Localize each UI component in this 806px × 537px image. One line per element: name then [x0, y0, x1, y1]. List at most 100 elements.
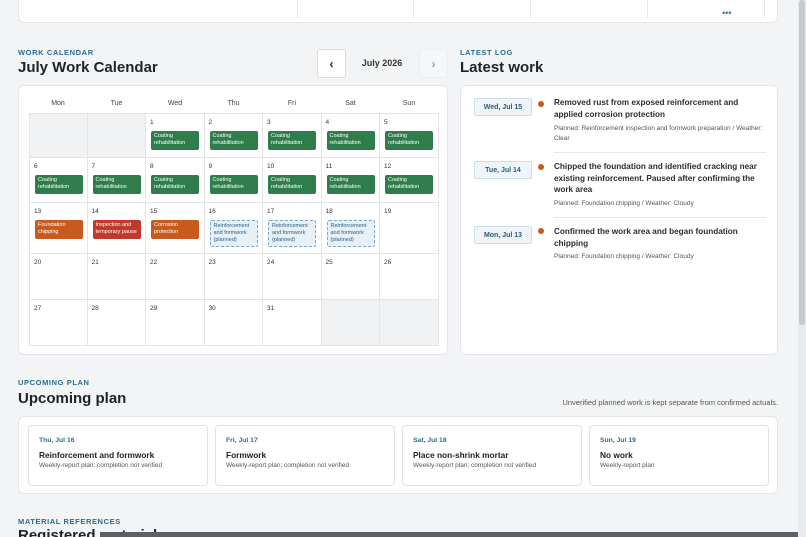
calendar-event[interactable]: Coating rehabilitation [209, 131, 258, 150]
calendar-event[interactable]: Coating rehabilitation [326, 175, 375, 194]
calendar-event[interactable]: Coating rehabilitation [151, 175, 199, 194]
plan-date: Sun, Jul 19 [600, 437, 636, 444]
calendar-event[interactable]: Reinforcement and formwork (planned) [326, 220, 375, 247]
calendar-day-cell[interactable]: 27 [29, 300, 88, 346]
upcoming-eyebrow: UPCOMING PLAN [18, 378, 90, 387]
calendar-day-cell[interactable]: 23 [204, 254, 263, 300]
calendar-day-cell[interactable]: 11 Coating rehabilitation [321, 158, 380, 203]
plan-card[interactable]: Thu, Jul 16 Reinforcement and formwork W… [28, 425, 208, 486]
calendar-day-cell[interactable]: 9 Coating rehabilitation [204, 158, 263, 203]
log-entry-meta: Planned: Foundation chipping / Weather: … [554, 200, 694, 207]
weekday-label: Sun [402, 100, 416, 107]
calendar-day-cell[interactable]: 22 [146, 254, 205, 300]
log-entry-title: Removed rust from exposed reinforcement … [554, 98, 739, 119]
calendar-day-cell[interactable]: 24 [263, 254, 322, 300]
day-number: 19 [384, 208, 392, 215]
calendar-day-cell[interactable]: 30 [204, 300, 263, 346]
plan-title: Formwork [226, 450, 267, 460]
calendar-day-cell[interactable]: 15 Corrosion protection [146, 203, 205, 254]
calendar-day-cell[interactable]: 19 [380, 203, 439, 254]
calendar-day-cell[interactable]: 4 Coating rehabilitation [321, 113, 380, 158]
scrollbar[interactable] [798, 0, 806, 537]
day-number: 2 [208, 119, 213, 126]
plan-card[interactable]: Fri, Jul 17 Formwork Weekly-report plan;… [215, 425, 395, 486]
calendar-day-cell[interactable]: 8 Coating rehabilitation [146, 158, 205, 203]
calendar-day-cell[interactable]: 20 [29, 254, 88, 300]
prev-month-button[interactable]: ‹ [317, 49, 346, 78]
plan-card[interactable]: Sat, Jul 18 Place non-shrink mortar Week… [402, 425, 582, 486]
day-number: 23 [208, 259, 216, 266]
weekday-label: Thu [227, 100, 240, 107]
calendar-day-cell [29, 113, 88, 158]
divider [297, 0, 298, 18]
upcoming-title: Upcoming plan [18, 390, 127, 407]
calendar-card: Mon Tue Wed Thu Fri Sat Sun 1 Coating rehabilit… [18, 85, 448, 355]
weekday-label: Mon [51, 100, 65, 107]
day-number: 12 [384, 163, 392, 170]
plan-status: Weekly-report plan; completion not verif… [226, 462, 350, 469]
calendar-event[interactable]: Inspection and temporary pause [92, 220, 141, 239]
calendar-day-cell[interactable]: 6 Coating rehabilitation [29, 158, 88, 203]
day-number: 27 [34, 305, 42, 312]
calendar-day-cell[interactable]: 12 Coating rehabilitation [380, 158, 439, 203]
calendar-day-cell[interactable]: 31 [263, 300, 322, 346]
calendar-day-cell[interactable]: 10 Coating rehabilitation [263, 158, 322, 203]
calendar-day-cell[interactable]: 28 [87, 300, 146, 346]
calendar-day-cell [87, 113, 146, 158]
calendar-day-cell[interactable]: 29 [146, 300, 205, 346]
log-date-badge: Wed, Jul 15 [474, 98, 532, 116]
status-dot-icon [538, 228, 544, 234]
day-number: 29 [150, 305, 158, 312]
calendar-event[interactable]: Reinforcement and formwork (planned) [268, 220, 316, 247]
day-number: 15 [150, 208, 158, 215]
calendar-day-cell[interactable]: 3 Coating rehabilitation [263, 113, 322, 158]
day-number: 25 [325, 259, 333, 266]
calendar-event[interactable]: Coating rehabilitation [92, 175, 141, 194]
day-number: 4 [325, 119, 330, 126]
calendar-event[interactable]: Coating rehabilitation [151, 131, 199, 150]
materials-eyebrow: MATERIAL REFERENCES [18, 517, 121, 526]
log-entry-meta: Planned: Foundation chipping / Weather: … [554, 253, 694, 260]
weekday-label: Wed [167, 100, 183, 107]
calendar-day-cell[interactable]: 26 [380, 254, 439, 300]
calendar-event[interactable]: Foundation chipping [35, 220, 83, 239]
calendar-event[interactable]: Coating rehabilitation [326, 131, 375, 150]
day-number: 3 [267, 119, 271, 126]
day-number: 26 [384, 259, 392, 266]
scrollbar-thumb[interactable] [799, 0, 805, 325]
day-number: 13 [34, 208, 42, 215]
day-number: 8 [150, 163, 154, 170]
calendar-event[interactable]: Corrosion protection [151, 220, 199, 239]
calendar-event[interactable]: Coating rehabilitation [35, 175, 83, 194]
calendar-day-cell[interactable]: 7 Coating rehabilitation [87, 158, 146, 203]
log-entry-title: Chipped the foundation and identified cr… [554, 162, 757, 194]
next-month-button[interactable]: › [419, 49, 448, 78]
calendar-day-cell[interactable]: 17 Reinforcement and formwork (planned) [263, 203, 322, 254]
calendar-event[interactable]: Coating rehabilitation [385, 175, 433, 194]
day-number: 16 [208, 208, 216, 215]
plan-status: Weekly-report plan; completion not verif… [413, 462, 537, 469]
calendar-day-cell[interactable]: 2 Coating rehabilitation [204, 113, 263, 158]
plan-date: Sat, Jul 18 [413, 437, 447, 444]
plan-card[interactable]: Sun, Jul 19 No work Weekly-report plan [589, 425, 769, 486]
day-number: 18 [325, 208, 333, 215]
calendar-day-cell[interactable]: 21 [87, 254, 146, 300]
divider [530, 0, 531, 18]
calendar-event[interactable]: Coating rehabilitation [268, 175, 316, 194]
calendar-event[interactable]: Coating rehabilitation [385, 131, 433, 150]
weekday-label: Tue [110, 100, 123, 107]
calendar-day-cell[interactable]: 18 Reinforcement and formwork (planned) [321, 203, 380, 254]
calendar-day-cell[interactable]: 5 Coating rehabilitation [380, 113, 439, 158]
calendar-day-cell[interactable]: 1 Coating rehabilitation [146, 113, 205, 158]
calendar-event[interactable]: Reinforcement and formwork (planned) [209, 220, 258, 247]
divider [554, 152, 766, 153]
calendar-day-cell[interactable]: 13 Foundation chipping [29, 203, 88, 254]
calendar-day-cell[interactable]: 25 [321, 254, 380, 300]
log-title: Latest work [460, 59, 544, 76]
calendar-day-cell[interactable]: 14 Inspection and temporary pause [87, 203, 146, 254]
weekday-label: Fri [287, 100, 297, 107]
calendar-event[interactable]: Coating rehabilitation [209, 175, 258, 194]
calendar-event[interactable]: Coating rehabilitation [268, 131, 316, 150]
calendar-day-cell[interactable]: 16 Reinforcement and formwork (planned) [204, 203, 263, 254]
calendar-title: July Work Calendar [18, 59, 158, 76]
